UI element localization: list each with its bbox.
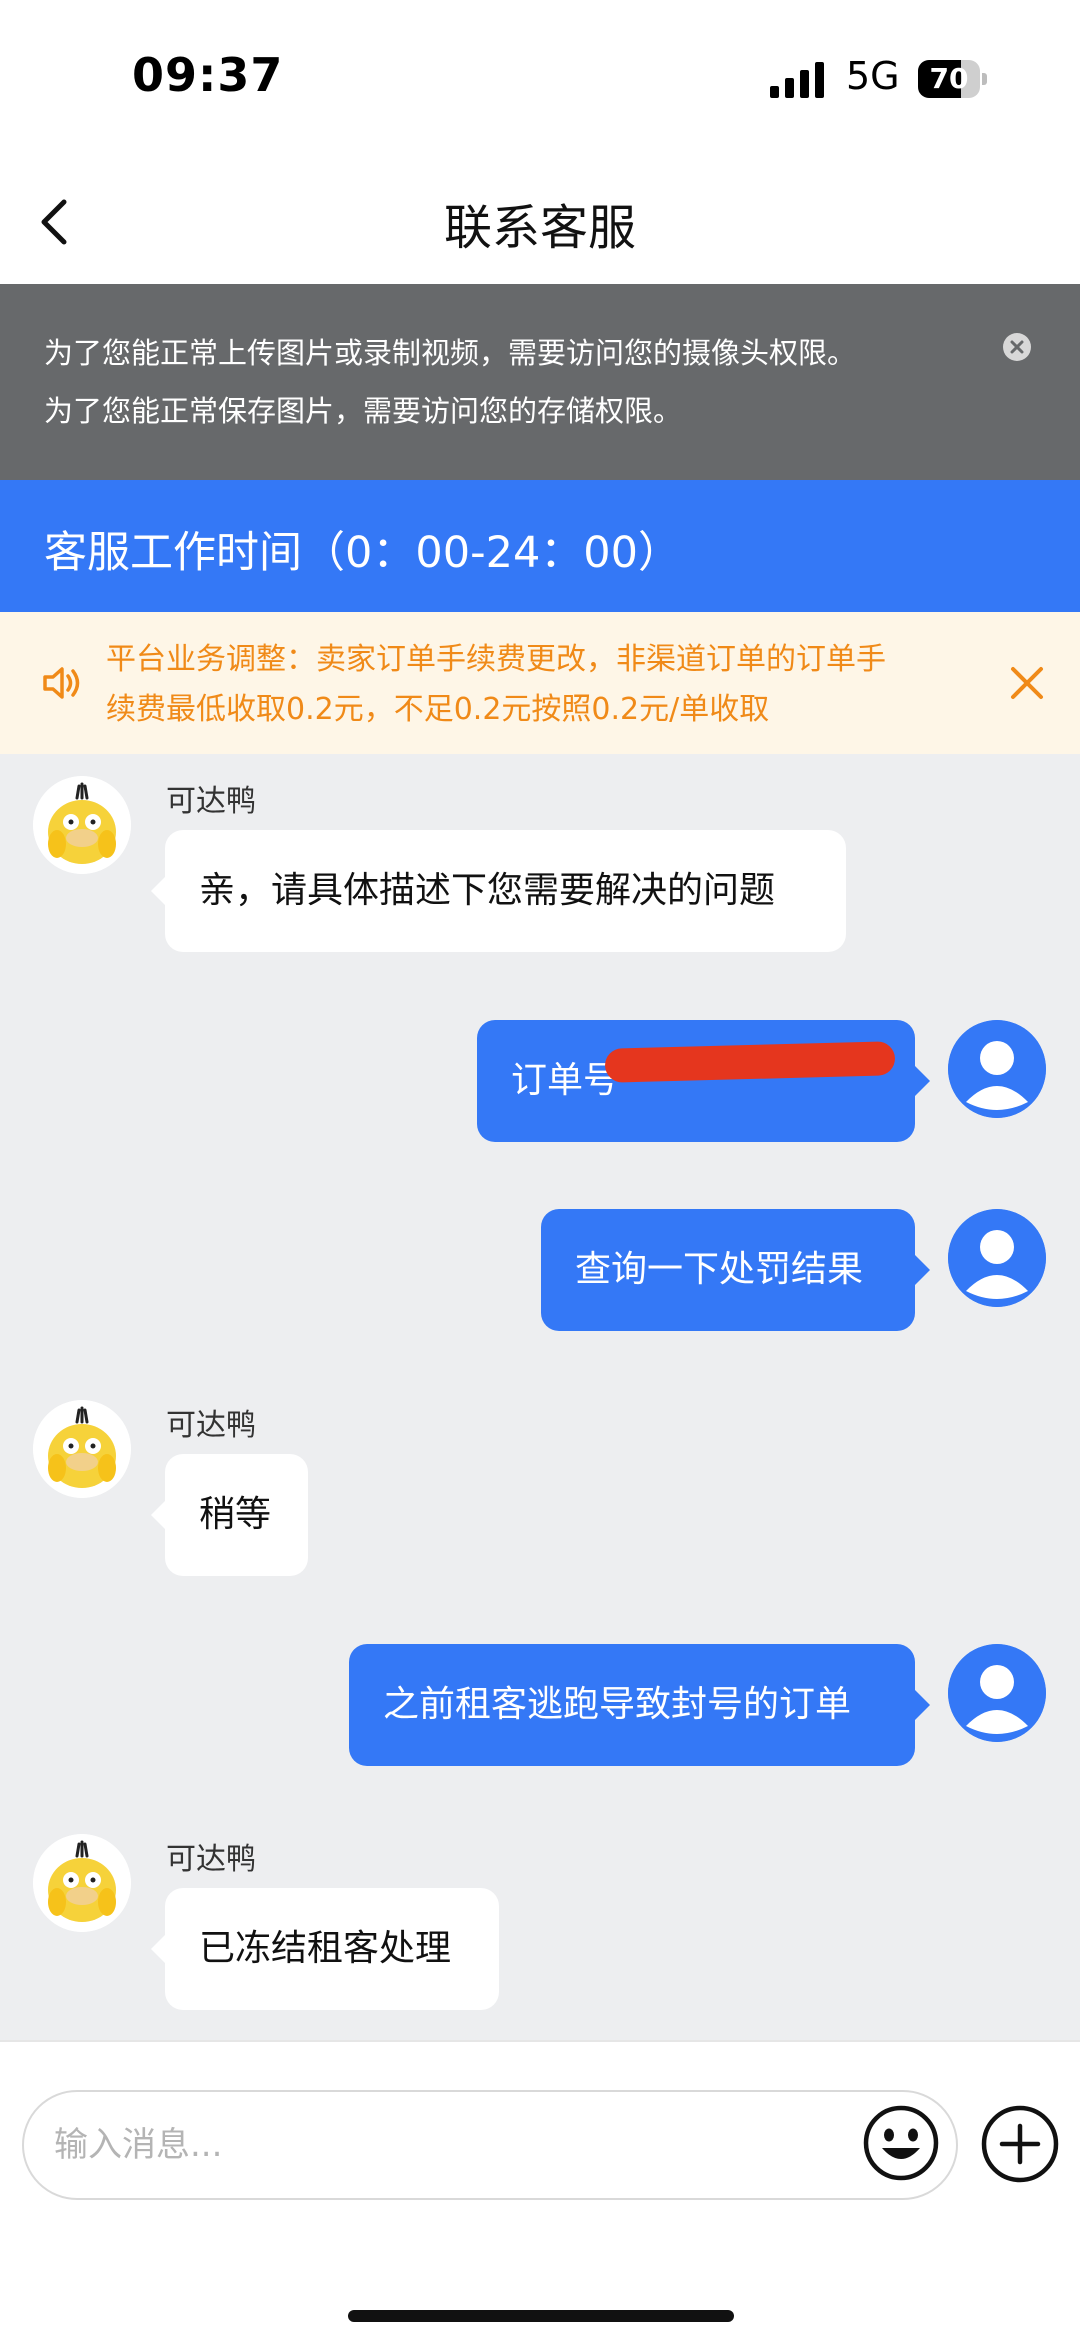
battery-icon: 70 — [918, 60, 988, 98]
permission-banner: 为了您能正常上传图片或录制视频，需要访问您的摄像头权限。 为了您能正常保存图片，… — [0, 284, 1080, 480]
input-bar — [0, 2040, 1080, 2342]
bubble-tail — [915, 1066, 930, 1096]
network-type: 5G — [846, 54, 900, 98]
status-bar: 09:37 5G 70 — [0, 0, 1080, 160]
back-chevron-icon[interactable] — [26, 194, 82, 250]
message-input[interactable] — [22, 2090, 958, 2200]
permission-line-1: 为了您能正常上传图片或录制视频，需要访问您的摄像头权限。 — [44, 336, 857, 370]
message-bubble[interactable]: 已冻结租客处理 — [151, 1888, 499, 2010]
user-avatar-icon[interactable] — [948, 1644, 1046, 1742]
message-bubble[interactable]: 订单号 — [477, 1020, 915, 1142]
home-indicator[interactable] — [348, 2310, 734, 2322]
status-time: 09:37 — [132, 48, 284, 102]
sender-name: 可达鸭 — [166, 784, 256, 819]
bubble-tail — [915, 1255, 930, 1285]
user-avatar-icon[interactable] — [948, 1209, 1046, 1307]
smiley-icon[interactable] — [862, 2104, 940, 2182]
message-bubble[interactable]: 亲，请具体描述下您需要解决的问题 — [151, 830, 846, 952]
bubble-tail — [915, 1690, 930, 1720]
sender-name: 可达鸭 — [166, 1408, 256, 1443]
user-avatar-icon[interactable] — [948, 1020, 1046, 1118]
battery-level: 70 — [929, 62, 969, 95]
sender-name: 可达鸭 — [166, 1842, 256, 1877]
close-icon[interactable] — [1008, 664, 1046, 702]
service-hours-text: 客服工作时间（0：00-24：00） — [44, 528, 682, 578]
nav-bar: 联系客服 — [0, 160, 1080, 284]
plus-circle-icon[interactable] — [980, 2104, 1060, 2184]
message-bubble[interactable]: 查询一下处罚结果 — [541, 1209, 915, 1331]
service-hours-banner: 客服工作时间（0：00-24：00） — [0, 480, 1080, 612]
notice-line-2: 续费最低收取0.2元，不足0.2元按照0.2元/单收取 — [106, 692, 770, 727]
notice-bar: 平台业务调整：卖家订单手续费更改，非渠道订单的订单手 续费最低收取0.2元，不足… — [0, 612, 1080, 754]
page-title: 联系客服 — [443, 200, 636, 256]
message-bubble[interactable]: 之前租客逃跑导致封号的订单 — [349, 1644, 915, 1766]
psyduck-avatar-icon[interactable] — [33, 1400, 131, 1498]
speaker-icon — [43, 667, 80, 699]
signal-icon — [770, 62, 824, 98]
close-circle-icon[interactable] — [1002, 332, 1032, 362]
message-bubble[interactable]: 稍等 — [151, 1454, 308, 1576]
permission-line-2: 为了您能正常保存图片，需要访问您的存储权限。 — [44, 394, 683, 428]
psyduck-avatar-icon[interactable] — [33, 776, 131, 874]
notice-line-1: 平台业务调整：卖家订单手续费更改，非渠道订单的订单手 — [106, 642, 886, 677]
psyduck-avatar-icon[interactable] — [33, 1834, 131, 1932]
message-text: 订单号 — [511, 1060, 620, 1101]
